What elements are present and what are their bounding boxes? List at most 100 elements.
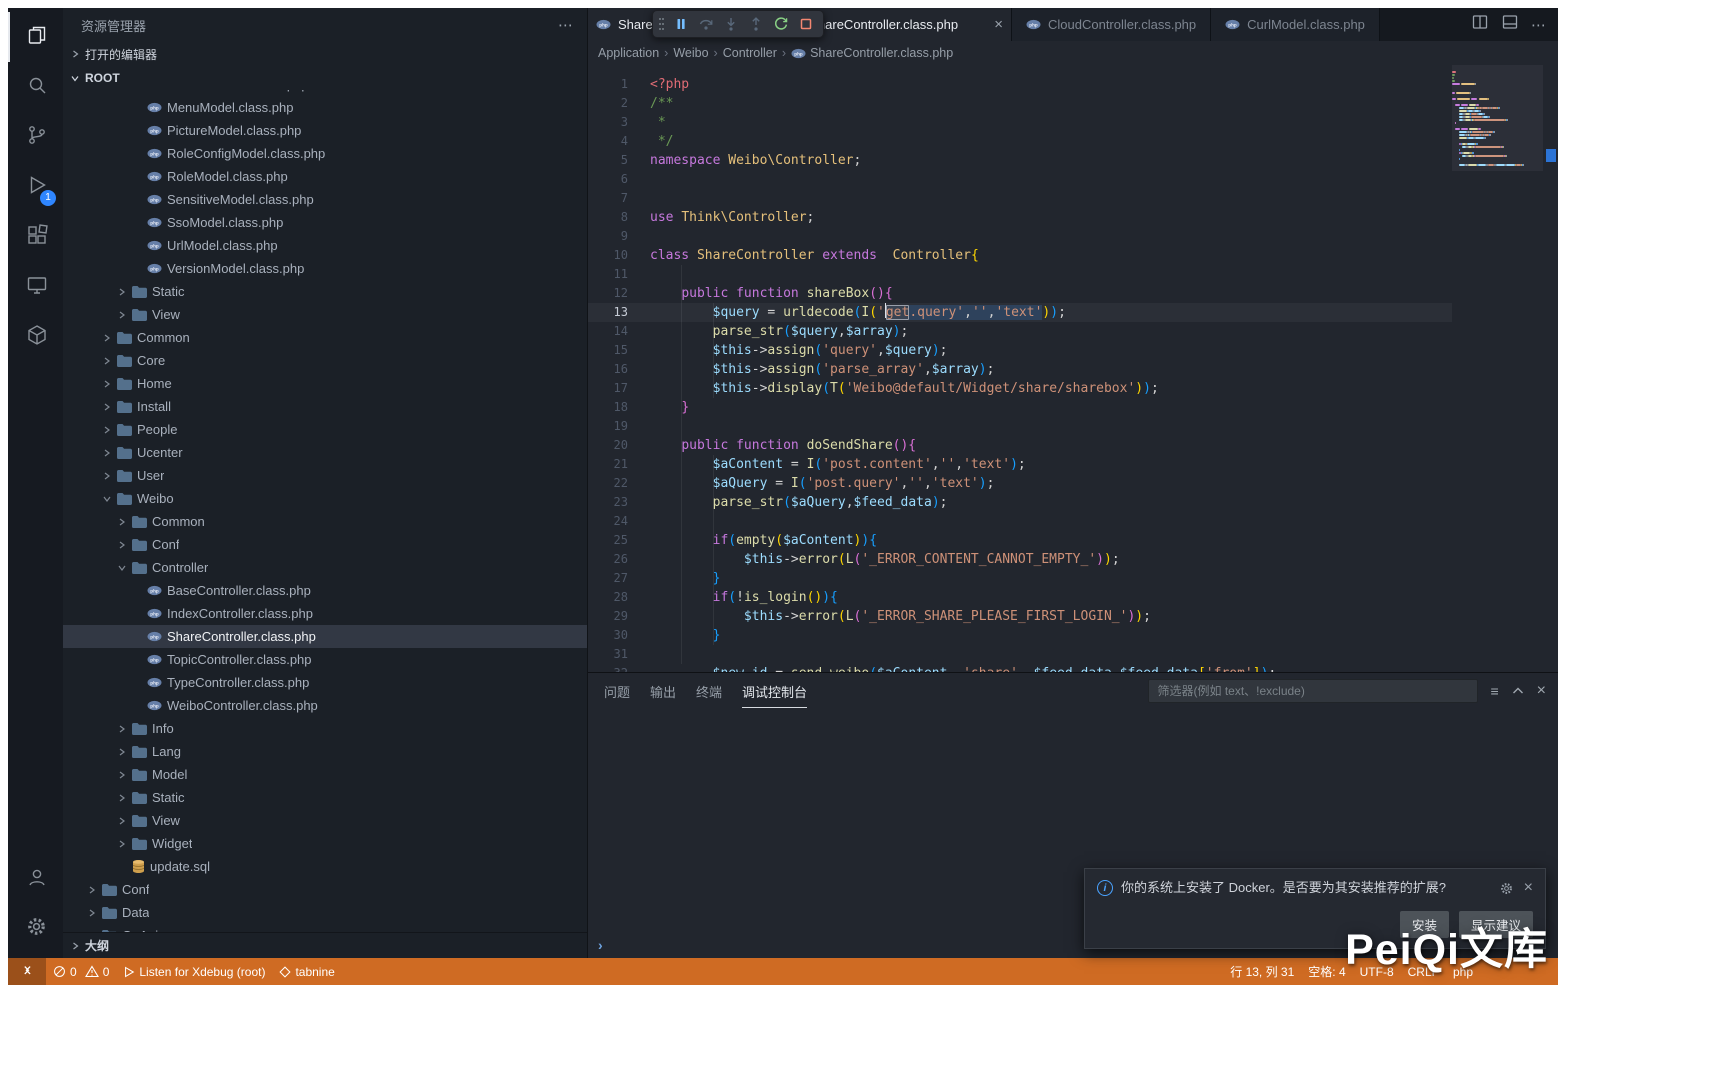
breadcrumb-item[interactable]: Weibo — [673, 46, 708, 60]
editor-layout-icon[interactable] — [1501, 13, 1519, 36]
tree-item-label: Static — [152, 284, 185, 299]
tree-item-common[interactable]: Common — [63, 326, 587, 349]
section-root[interactable]: ROOT — [63, 66, 587, 90]
remote-indicator[interactable] — [8, 958, 46, 985]
status-language[interactable]: php — [1446, 965, 1480, 979]
tree-item-lang[interactable]: Lang — [63, 740, 587, 763]
tree-item-info[interactable]: Info — [63, 717, 587, 740]
tree-item-label: Controller — [152, 560, 209, 575]
tree-item-topiccontroller-class-php[interactable]: php TopicController.class.php — [63, 648, 587, 671]
tree-item-static[interactable]: Static — [63, 786, 587, 809]
activity-search[interactable] — [8, 62, 63, 112]
status-indentation[interactable]: 空格: 4 — [1301, 963, 1352, 980]
tree-item-data[interactable]: Data — [63, 901, 587, 924]
tree-item-label: Model — [152, 767, 188, 782]
step-out-button[interactable] — [745, 13, 767, 35]
notification-close-icon[interactable]: × — [1524, 879, 1533, 897]
more-actions-icon[interactable]: ⋯ — [1531, 16, 1546, 34]
activity-docker[interactable] — [8, 312, 63, 362]
tree-item-model[interactable]: Model — [63, 763, 587, 786]
restart-button[interactable] — [770, 13, 792, 35]
tab-curlmodel-class-php[interactable]: php CurlModel.class.php — [1211, 8, 1380, 41]
notification-settings-icon[interactable] — [1499, 879, 1514, 897]
tree-item-home[interactable]: Home — [63, 372, 587, 395]
step-into-button[interactable] — [720, 13, 742, 35]
section-open-editors[interactable]: 打开的编辑器 — [63, 42, 587, 66]
activity-settings[interactable] — [8, 904, 63, 954]
panel-tab-debug-console[interactable]: 调试控制台 — [742, 674, 808, 708]
status-tabnine[interactable]: tabnine — [272, 958, 341, 985]
tree-item-install[interactable]: Install — [63, 395, 587, 418]
tree-item-weibocontroller-class-php[interactable]: php WeiboController.class.php — [63, 694, 587, 717]
stop-button[interactable] — [795, 13, 817, 35]
tree-item-static[interactable]: Static — [63, 280, 587, 303]
svg-text:php: php — [150, 680, 159, 685]
section-outline[interactable]: 大纲 — [63, 932, 587, 958]
panel-tab-problems[interactable]: 问题 — [604, 674, 630, 708]
tree-item-picturemodel-class-php[interactable]: php PictureModel.class.php — [63, 119, 587, 142]
tree-item-user[interactable]: User — [63, 464, 587, 487]
tree-item-sensitivemodel-class-php[interactable]: php SensitiveModel.class.php — [63, 188, 587, 211]
activity-explorer[interactable] — [8, 12, 63, 62]
panel-tab-terminal[interactable]: 终端 — [696, 674, 722, 708]
step-over-button[interactable] — [695, 13, 717, 35]
tree-item-urlmodel-class-php[interactable]: php UrlModel.class.php — [63, 234, 587, 257]
tree-item-common[interactable]: Common — [63, 510, 587, 533]
activity-run-debug[interactable]: 1 — [8, 162, 63, 212]
status-debug-config[interactable]: Listen for Xdebug (root) — [116, 958, 272, 985]
tree-item-menumodel-class-php[interactable]: php MenuModel.class.php — [63, 96, 587, 119]
activity-remote-explorer[interactable] — [8, 262, 63, 312]
breadcrumb-item[interactable]: Application — [598, 46, 659, 60]
tab-cloudcontroller-class-php[interactable]: php CloudController.class.php — [1012, 8, 1212, 41]
breadcrumb-item[interactable]: Controller — [723, 46, 777, 60]
filter-lines-icon[interactable]: ≡ — [1490, 683, 1498, 699]
tree-item-typecontroller-class-php[interactable]: php TypeController.class.php — [63, 671, 587, 694]
pause-button[interactable] — [670, 13, 692, 35]
breadcrumb-item[interactable]: ShareController.class.php — [810, 46, 953, 60]
tree-item-rolemodel-class-php[interactable]: php RoleModel.class.php — [63, 165, 587, 188]
tree-item-label: UrlModel.class.php — [167, 238, 278, 253]
activity-source-control[interactable] — [8, 112, 63, 162]
tree-item-conf[interactable]: Conf — [63, 878, 587, 901]
tree-item-versionmodel-class-php[interactable]: php VersionModel.class.php — [63, 257, 587, 280]
tree-item-people[interactable]: People — [63, 418, 587, 441]
panel-filter-input[interactable] — [1148, 679, 1479, 703]
status-encoding[interactable]: UTF-8 — [1353, 965, 1401, 979]
tree-item-conf[interactable]: Conf — [63, 533, 587, 556]
tree-item-controller[interactable]: Controller — [63, 556, 587, 579]
code-editor[interactable]: 1 <?php 2/** 3 * 4 */ 5 namespace Weibo\Contro… — [588, 65, 1558, 672]
activity-account[interactable] — [8, 854, 63, 904]
drag-handle-icon[interactable] — [656, 16, 667, 32]
tree-item-view[interactable]: View — [63, 303, 587, 326]
close-panel-icon[interactable]: × — [1537, 682, 1546, 700]
more-actions-icon[interactable]: ⋯ — [558, 16, 573, 34]
split-editor-icon[interactable] — [1471, 13, 1489, 36]
code-line-5: 5 namespace Weibo\Controller; — [620, 153, 862, 168]
activity-extensions[interactable] — [8, 212, 63, 262]
maximize-panel-icon[interactable] — [1511, 684, 1525, 698]
tree-item-basecontroller-class-php[interactable]: php BaseController.class.php — [63, 579, 587, 602]
tree-item-weibo[interactable]: Weibo — [63, 487, 587, 510]
chevron-right-icon — [116, 311, 127, 319]
tree-item-core[interactable]: Core — [63, 349, 587, 372]
tree-item-roleconfigmodel-class-php[interactable]: php RoleConfigModel.class.php — [63, 142, 587, 165]
tree-item-sharecontroller-class-php[interactable]: php ShareController.class.php — [63, 625, 587, 648]
tree-item-opapi[interactable]: OpApi — [63, 924, 587, 932]
minimap[interactable] — [1452, 65, 1543, 672]
status-eol[interactable]: CRLF — [1401, 965, 1446, 979]
folder-icon — [132, 538, 147, 551]
install-button[interactable]: 安装 — [1399, 911, 1449, 938]
tree-item-label: Static — [152, 790, 185, 805]
tree-item-indexcontroller-class-php[interactable]: php IndexController.class.php — [63, 602, 587, 625]
status-problems[interactable]: 0 0 — [46, 958, 116, 985]
status-cursor-position[interactable]: 行 13, 列 31 — [1223, 963, 1301, 980]
chevron-right-icon — [116, 748, 127, 756]
tree-item-update-sql[interactable]: update.sql — [63, 855, 587, 878]
close-tab-icon[interactable]: × — [994, 16, 1003, 33]
panel-tab-output[interactable]: 输出 — [650, 674, 676, 708]
tree-item-ucenter[interactable]: Ucenter — [63, 441, 587, 464]
tree-item-ssomodel-class-php[interactable]: php SsoModel.class.php — [63, 211, 587, 234]
tree-item-widget[interactable]: Widget — [63, 832, 587, 855]
show-recommendations-button[interactable]: 显示建议 — [1458, 911, 1533, 938]
tree-item-view[interactable]: View — [63, 809, 587, 832]
